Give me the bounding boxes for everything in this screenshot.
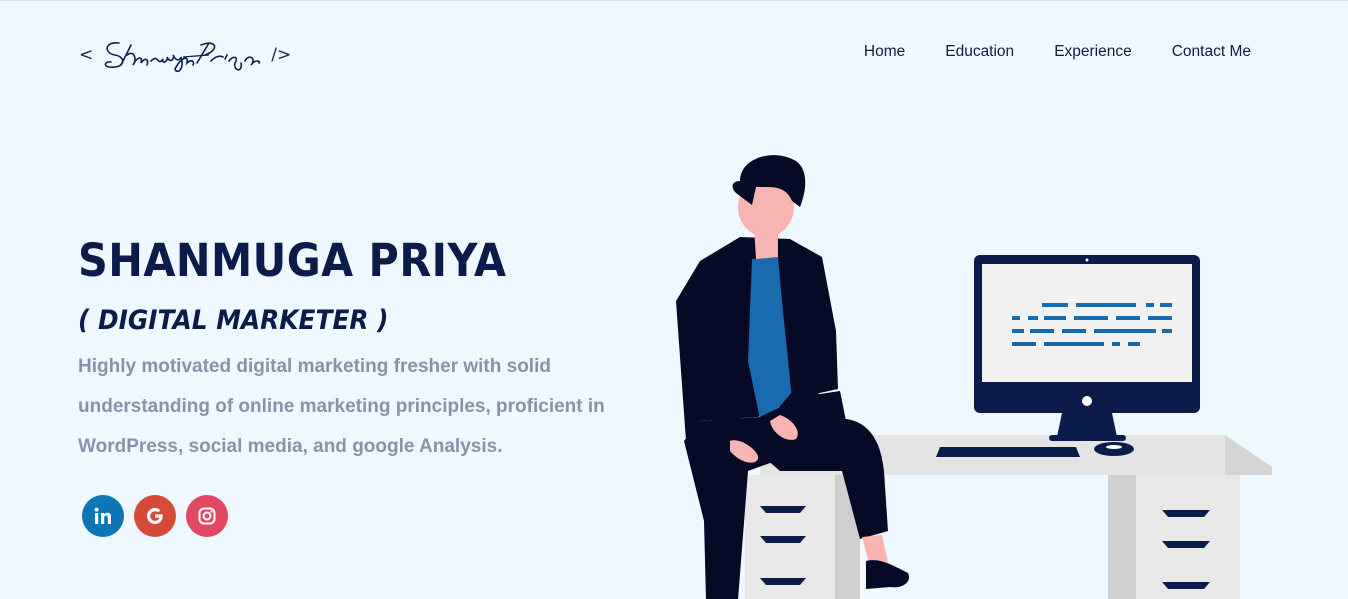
logo-open-bracket: < (79, 45, 94, 65)
hero-role: ( DIGITAL MARKETER ) (78, 305, 389, 336)
google-icon (147, 508, 163, 524)
developer-desk-illustration (676, 155, 1272, 599)
nav-experience[interactable]: Experience (1054, 43, 1132, 61)
logo-close-bracket: /> (271, 45, 292, 65)
instagram-button[interactable] (186, 495, 228, 537)
nav-home[interactable]: Home (864, 43, 905, 61)
right-drawer-unit (1136, 475, 1240, 599)
monitor (974, 255, 1200, 441)
social-links (82, 495, 228, 537)
hero-name: SHANMUGA PRIYA (78, 234, 507, 287)
instagram-icon (198, 507, 216, 525)
keyboard (936, 447, 1080, 457)
main-nav: Home Education Experience Contact Me (864, 43, 1251, 61)
google-button[interactable] (134, 495, 176, 537)
linkedin-icon (94, 507, 111, 524)
linkedin-button[interactable] (82, 495, 124, 537)
site-logo[interactable]: < /> (79, 35, 291, 75)
nav-contact-me[interactable]: Contact Me (1172, 43, 1251, 61)
hero-description: Highly motivated digital marketing fresh… (78, 356, 605, 457)
signature-logo (104, 42, 261, 73)
nav-education[interactable]: Education (945, 43, 1014, 61)
